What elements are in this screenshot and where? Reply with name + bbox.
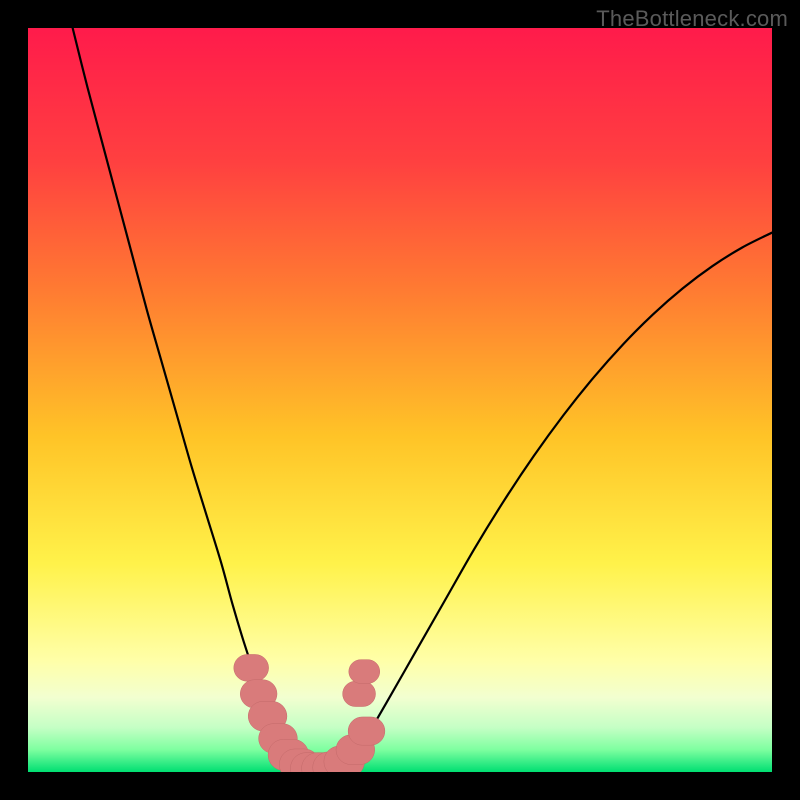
plot-area [28,28,772,772]
curve-marker [349,660,380,684]
chart-svg [28,28,772,772]
chart-frame: TheBottleneck.com [0,0,800,800]
curve-marker [348,717,385,745]
gradient-background [28,28,772,772]
curve-marker [343,681,376,706]
watermark-text: TheBottleneck.com [596,6,788,32]
curve-marker [234,654,269,681]
